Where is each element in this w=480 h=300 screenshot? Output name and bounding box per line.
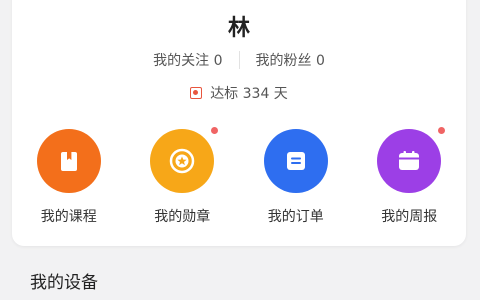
orders-icon-circle (263, 129, 328, 193)
followers-link[interactable]: 我的粉丝 0 (240, 50, 341, 70)
shortcut-label: 我的周报 (381, 209, 438, 225)
notification-dot (438, 127, 446, 134)
medal-icon (170, 148, 195, 174)
target-icon (190, 87, 203, 99)
shortcut-row: 我的课程 我的勋章 我的订单 我的周报 (12, 127, 467, 226)
profile-page: 林 我的关注 0 我的粉丝 0 达标 334 天 我的课程 我的勋章 我的订单 … (0, 0, 480, 300)
medals-icon-circle (150, 127, 219, 193)
shortcut-label: 我的勋章 (154, 209, 211, 225)
follow-stats: 我的关注 0 我的粉丝 0 (12, 50, 466, 70)
book-icon (60, 152, 77, 171)
courses-icon-circle (36, 129, 101, 193)
profile-card: 林 我的关注 0 我的粉丝 0 达标 334 天 我的课程 我的勋章 我的订单 … (12, 0, 466, 246)
shortcut-label: 我的课程 (40, 209, 97, 225)
shortcut-courses[interactable]: 我的课程 (12, 129, 126, 226)
shortcut-orders[interactable]: 我的订单 (239, 129, 353, 226)
shortcut-weekly-report[interactable]: 我的周报 (353, 127, 467, 226)
devices-section-title: 我的设备 (30, 273, 98, 293)
order-icon (286, 152, 305, 170)
report-icon-circle (377, 127, 446, 193)
shortcut-label: 我的订单 (267, 209, 324, 225)
streak-badge[interactable]: 达标 334 天 (12, 83, 466, 103)
user-name: 林 (227, 16, 250, 41)
streak-text: 达标 334 天 (210, 86, 288, 102)
report-icon (399, 151, 420, 170)
notification-dot (211, 127, 219, 134)
shortcut-medals[interactable]: 我的勋章 (126, 127, 240, 226)
following-link[interactable]: 我的关注 0 (137, 50, 238, 70)
